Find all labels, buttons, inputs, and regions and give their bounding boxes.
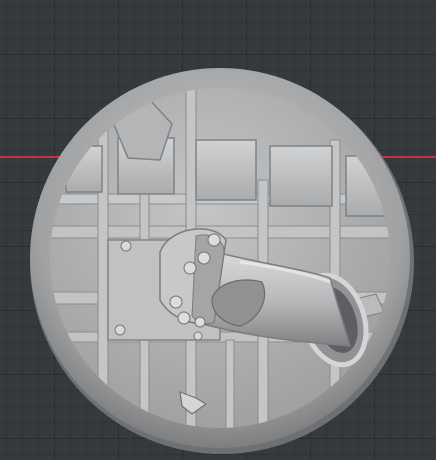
3d-viewport[interactable]	[0, 0, 436, 460]
model-render[interactable]	[0, 0, 436, 460]
